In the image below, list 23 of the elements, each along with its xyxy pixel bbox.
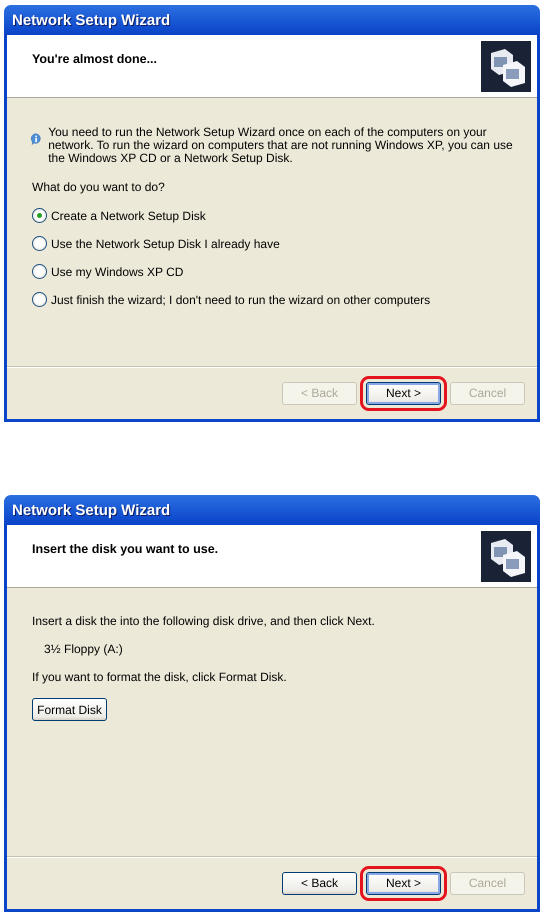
instruction-text: Insert a disk the into the following disk drive, and then click Next. xyxy=(32,614,376,628)
drive-name: 3½ Floppy (A:) xyxy=(44,642,124,656)
format-disk-button[interactable]: Format Disk xyxy=(32,698,107,721)
radio-label[interactable]: Just finish the wizard; I don't need to run the wizard on other computers xyxy=(51,292,430,306)
wizard-button[interactable]: Next > xyxy=(366,872,441,894)
radio-button[interactable] xyxy=(32,208,47,223)
radio-button[interactable] xyxy=(32,236,47,251)
window-title: Network Setup Wizard xyxy=(12,502,170,518)
wizard-button[interactable]: < Back xyxy=(282,872,357,894)
page-heading: Insert the disk you want to use. xyxy=(32,542,218,556)
info-text: You need to run the Network Setup Wizard once on each of the computers on your network. To run the wizard on computers that are not running Windows XP, you can use the Windows XP CD or a Network Setup Disk. xyxy=(48,124,514,165)
window-title: Network Setup Wizard xyxy=(12,12,170,28)
network-computers-icon xyxy=(481,41,531,92)
radio-label[interactable]: Use the Network Setup Disk I already have xyxy=(51,236,280,250)
radio-button[interactable] xyxy=(32,264,47,279)
radio-button[interactable] xyxy=(32,292,47,307)
page-heading: You're almost done... xyxy=(32,52,157,66)
radio-label[interactable]: Use my Windows XP CD xyxy=(51,264,184,278)
network-computers-icon xyxy=(481,531,531,582)
instruction-text: If you want to format the disk, click Format Disk. xyxy=(32,670,288,684)
instruction-text: What do you want to do? xyxy=(32,180,166,194)
wizard-button[interactable]: Next > xyxy=(366,382,441,404)
radio-label[interactable]: Create a Network Setup Disk xyxy=(51,208,206,222)
